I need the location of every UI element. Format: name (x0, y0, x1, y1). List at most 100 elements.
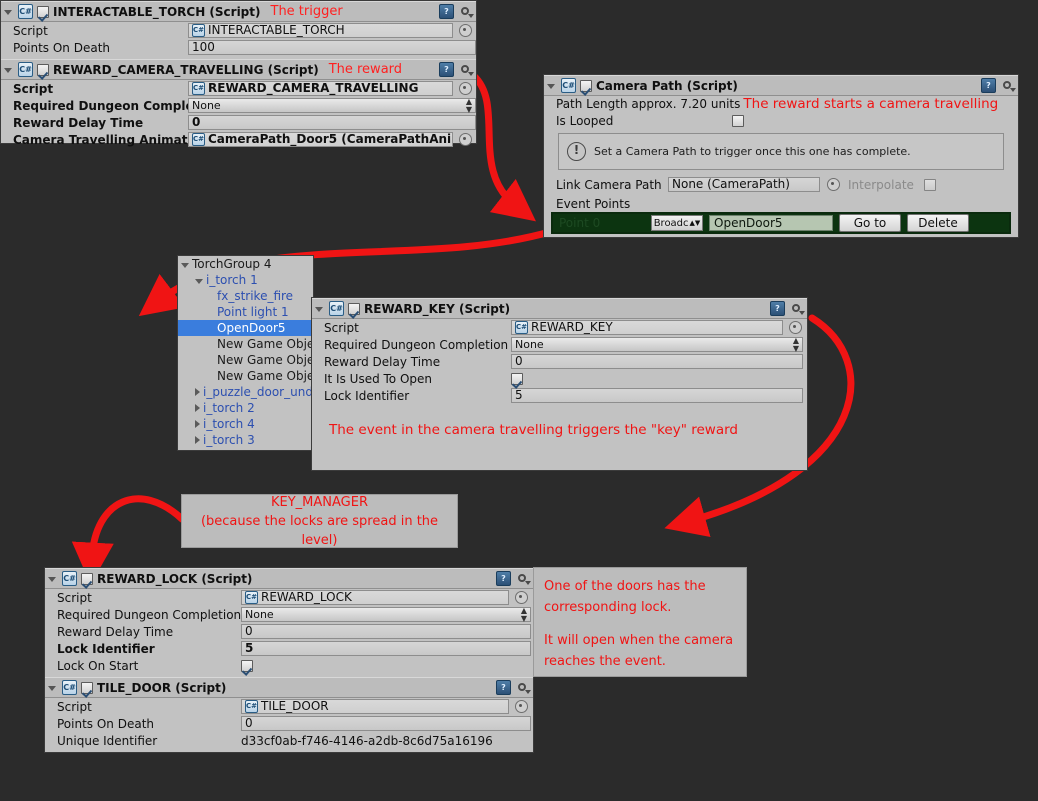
required-dungeon-dropdown[interactable]: None ▲ ▼ (511, 336, 803, 352)
component-header-reward-lock[interactable]: C# REWARD_LOCK (Script) ? (45, 568, 533, 589)
field-label: Script (13, 23, 48, 38)
foldout-closed-icon[interactable] (195, 420, 200, 428)
hierarchy-item[interactable]: i_puzzle_door_unde (178, 384, 313, 400)
object-picker-icon[interactable] (459, 133, 472, 146)
foldout-open-icon[interactable] (181, 262, 189, 268)
hierarchy-panel[interactable]: TorchGroup 4 i_torch 1 fx_strike_fire Point… (177, 255, 314, 451)
hierarchy-item-label: i_torch 4 (203, 417, 255, 431)
field-row-reward-delay: Reward Delay Time 0 (45, 623, 533, 640)
component-enabled-checkbox[interactable] (580, 79, 592, 92)
help-icon[interactable]: ? (770, 301, 785, 316)
goto-button[interactable]: Go to (839, 214, 901, 232)
gear-icon[interactable] (516, 572, 531, 585)
points-on-death-input[interactable]: 100 (188, 40, 476, 55)
link-camera-path-row: Link Camera Path None (CameraPath) Inter… (544, 176, 1030, 193)
component-title: Camera Path (Script) (596, 78, 738, 93)
lock-note-line-2: corresponding lock. (544, 600, 672, 615)
gear-icon[interactable] (459, 63, 474, 76)
gear-icon[interactable] (1001, 79, 1016, 92)
help-icon[interactable]: ? (981, 78, 996, 93)
help-icon[interactable]: ? (439, 62, 454, 77)
gear-icon[interactable] (516, 681, 531, 694)
foldout-closed-icon[interactable] (195, 436, 200, 444)
lock-on-start-checkbox[interactable] (241, 659, 253, 672)
delete-button[interactable]: Delete (907, 214, 969, 232)
foldout-arrow-icon[interactable] (4, 68, 12, 73)
foldout-arrow-icon[interactable] (4, 10, 12, 15)
script-object-field[interactable]: C# TILE_DOOR (241, 699, 509, 714)
lock-identifier-input[interactable]: 5 (241, 641, 531, 656)
dropdown-value: None (245, 608, 274, 621)
hierarchy-item[interactable]: New Game Object (178, 352, 313, 368)
hierarchy-item[interactable]: fx_strike_fire (178, 288, 313, 304)
foldout-closed-icon[interactable] (195, 404, 200, 412)
reward-delay-input[interactable]: 0 (241, 624, 531, 639)
required-dungeon-dropdown[interactable]: None ▲ ▼ (188, 97, 476, 113)
component-enabled-checkbox[interactable] (81, 572, 93, 585)
foldout-arrow-icon[interactable] (315, 307, 323, 312)
hierarchy-item[interactable]: TorchGroup 4 (178, 256, 313, 272)
reward-delay-input[interactable]: 0 (188, 115, 476, 130)
event-point-row[interactable]: Point 0 Broadc ▲▼ OpenDoor5 Go to Delete (551, 212, 1011, 234)
gear-icon[interactable] (790, 302, 805, 315)
is-looped-checkbox[interactable] (732, 114, 744, 127)
object-picker-icon[interactable] (827, 178, 840, 191)
points-on-death-input[interactable]: 0 (241, 716, 531, 731)
hierarchy-item[interactable]: OpenDoor5 (178, 320, 313, 336)
component-header-tile-door[interactable]: C# TILE_DOOR (Script) ? (45, 677, 533, 698)
link-camera-path-field[interactable]: None (CameraPath) (668, 177, 820, 192)
field-label: Camera Travelling Animat (13, 132, 188, 147)
event-point-mode-dropdown[interactable]: Broadc ▲▼ (651, 215, 703, 231)
component-enabled-checkbox[interactable] (37, 63, 49, 76)
hierarchy-item[interactable]: i_torch 3 (178, 432, 313, 448)
object-picker-icon[interactable] (789, 321, 802, 334)
lock-identifier-input[interactable]: 5 (511, 388, 803, 403)
component-enabled-checkbox[interactable] (37, 5, 49, 18)
csharp-script-icon: C# (62, 571, 77, 586)
component-header-reward-camera-travelling[interactable]: C# REWARD_CAMERA_TRAVELLING (Script) The… (1, 59, 476, 80)
field-row-points-on-death: Points On Death 0 (45, 715, 533, 732)
foldout-arrow-icon[interactable] (48, 577, 56, 582)
hierarchy-item[interactable]: New Game Object (178, 368, 313, 384)
hierarchy-item[interactable]: i_torch 1 (178, 272, 313, 288)
foldout-open-icon[interactable] (195, 278, 203, 284)
used-to-open-checkbox[interactable] (511, 372, 523, 385)
help-icon[interactable]: ? (439, 4, 454, 19)
object-picker-icon[interactable] (515, 700, 528, 713)
component-title: REWARD_KEY (Script) (364, 301, 511, 316)
key-manager-title: KEY_MANAGER (271, 494, 368, 510)
component-header-interactable-torch[interactable]: C# INTERACTABLE_TORCH (Script) The trigg… (1, 1, 476, 22)
interpolate-checkbox[interactable] (923, 178, 936, 191)
hierarchy-item[interactable]: i_torch 2 (178, 400, 313, 416)
component-enabled-checkbox[interactable] (348, 302, 360, 315)
reward-delay-input[interactable]: 0 (511, 354, 803, 369)
script-object-field[interactable]: C# REWARD_KEY (511, 320, 783, 335)
field-label: Script (324, 320, 359, 335)
foldout-arrow-icon[interactable] (48, 686, 56, 691)
help-icon[interactable]: ? (496, 680, 511, 695)
field-row-unique-identifier: Unique Identifier d33cf0ab-f746-4146-a2d… (45, 732, 533, 749)
script-object-field[interactable]: C# INTERACTABLE_TORCH (188, 23, 453, 38)
field-label: Required Dungeon Comple (13, 98, 188, 113)
help-icon[interactable]: ? (496, 571, 511, 586)
required-dungeon-dropdown[interactable]: None ▲ ▼ (241, 606, 531, 622)
csharp-script-icon: C# (62, 680, 77, 695)
foldout-closed-icon[interactable] (195, 388, 200, 396)
event-point-message-input[interactable]: OpenDoor5 (709, 215, 833, 231)
object-picker-icon[interactable] (515, 591, 528, 604)
object-picker-icon[interactable] (459, 24, 472, 37)
hierarchy-item[interactable]: New Game Object (178, 336, 313, 352)
component-header-reward-key[interactable]: C# REWARD_KEY (Script) ? (312, 298, 807, 319)
script-object-field[interactable]: C# REWARD_LOCK (241, 590, 509, 605)
hierarchy-item[interactable]: i_torch 4 (178, 416, 313, 432)
foldout-arrow-icon[interactable] (547, 84, 555, 89)
hierarchy-item-label: fx_strike_fire (217, 289, 294, 303)
script-object-field[interactable]: C# REWARD_CAMERA_TRAVELLING (188, 81, 453, 96)
component-enabled-checkbox[interactable] (81, 681, 93, 694)
component-header-camera-path[interactable]: C# Camera Path (Script) ? (544, 75, 1018, 96)
object-picker-icon[interactable] (459, 82, 472, 95)
inspector-panel-camera-path: C# Camera Path (Script) ? Path Length ap… (543, 74, 1019, 238)
camera-anim-object-field[interactable]: C# CameraPath_Door5 (CameraPathAnim (188, 132, 453, 147)
gear-icon[interactable] (459, 5, 474, 18)
hierarchy-item[interactable]: Point light 1 (178, 304, 313, 320)
